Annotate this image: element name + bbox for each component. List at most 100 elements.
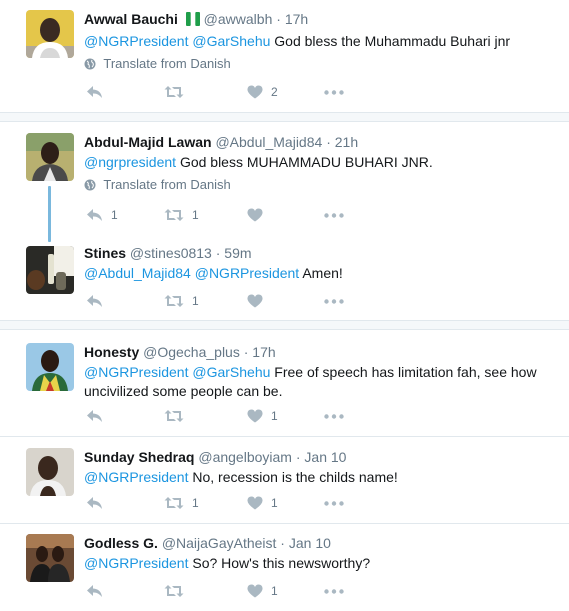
fullname[interactable]: Stines bbox=[84, 245, 126, 261]
retweet-icon bbox=[164, 209, 184, 221]
more-icon bbox=[324, 500, 344, 506]
timestamp[interactable]: Jan 10 bbox=[289, 535, 331, 551]
tweet-actions: 1 bbox=[0, 291, 569, 311]
mention[interactable]: @NGRPresident bbox=[84, 555, 188, 571]
reply-button[interactable] bbox=[86, 496, 111, 510]
heart-icon bbox=[247, 85, 263, 99]
globe-icon bbox=[84, 179, 96, 195]
mention[interactable]: @ngrpresident bbox=[84, 154, 176, 170]
reply-icon bbox=[87, 410, 102, 422]
retweet-count: 1 bbox=[192, 496, 199, 510]
tweet-actions: 2 bbox=[0, 82, 569, 102]
avatar-awwal-bauchi[interactable] bbox=[26, 10, 74, 58]
timestamp[interactable]: 21h bbox=[335, 134, 358, 150]
more-button[interactable] bbox=[324, 500, 344, 506]
retweet-icon bbox=[164, 497, 184, 509]
like-button[interactable] bbox=[247, 294, 271, 308]
globe-icon bbox=[84, 58, 96, 74]
mention[interactable]: @NGRPresident bbox=[195, 265, 299, 281]
reply-icon bbox=[87, 209, 102, 221]
mention[interactable]: @NGRPresident bbox=[84, 469, 188, 485]
fullname[interactable]: Abdul-Majid Lawan bbox=[84, 134, 212, 150]
handle[interactable]: @awwalbh bbox=[204, 11, 273, 27]
reply-button[interactable] bbox=[86, 409, 111, 423]
conversation-gap bbox=[0, 112, 569, 122]
tweet-3[interactable]: Stines @stines0813 · 59m @Abdul_Majid84 … bbox=[0, 244, 569, 308]
separator: · bbox=[295, 449, 301, 465]
tweet-body-line1: Free of speech has limitation fah, see h… bbox=[274, 364, 537, 380]
heart-icon bbox=[247, 496, 263, 510]
timestamp[interactable]: 17h bbox=[285, 11, 308, 27]
handle[interactable]: @NaijaGayAtheist bbox=[162, 535, 277, 551]
tweet-body-line2: uncivilized some people can be. bbox=[84, 383, 283, 399]
tweet-6[interactable]: Godless G. @NaijaGayAtheist · Jan 10 @NG… bbox=[0, 534, 569, 598]
separator: · bbox=[243, 344, 249, 360]
like-button[interactable] bbox=[247, 208, 271, 222]
tweet-header: Stines @stines0813 · 59m bbox=[84, 244, 557, 262]
handle[interactable]: @angelboyiam bbox=[198, 449, 292, 465]
retweet-button[interactable] bbox=[164, 584, 192, 598]
fullname[interactable]: Sunday Shedraq bbox=[84, 449, 194, 465]
more-button[interactable] bbox=[324, 89, 344, 95]
timestamp[interactable]: Jan 10 bbox=[304, 449, 346, 465]
reply-button[interactable]: 1 bbox=[86, 208, 118, 222]
more-button[interactable] bbox=[324, 588, 344, 594]
avatar-godless-g[interactable] bbox=[26, 534, 74, 582]
retweet-button[interactable] bbox=[164, 409, 192, 423]
more-button[interactable] bbox=[324, 413, 344, 419]
avatar-honesty[interactable] bbox=[26, 343, 74, 391]
handle[interactable]: @Abdul_Majid84 bbox=[215, 134, 322, 150]
tweet-text: @NGRPresident @GarShehu Free of speech h… bbox=[84, 363, 557, 401]
more-button[interactable] bbox=[324, 212, 344, 218]
tweet-4[interactable]: Honesty @Ogecha_plus · 17h @NGRPresident… bbox=[0, 343, 569, 423]
reply-button[interactable] bbox=[86, 294, 111, 308]
retweet-count: 1 bbox=[192, 208, 199, 222]
translate-link[interactable]: Translate from Danish bbox=[84, 177, 557, 195]
handle[interactable]: @Ogecha_plus bbox=[143, 344, 240, 360]
avatar-abdul-majid-lawan[interactable] bbox=[26, 133, 74, 181]
reply-icon bbox=[87, 295, 102, 307]
tweet-actions: 1 bbox=[0, 406, 569, 426]
fullname[interactable]: Honesty bbox=[84, 344, 139, 360]
mention[interactable]: @NGRPresident bbox=[84, 364, 188, 380]
tweet-5[interactable]: Sunday Shedraq @angelboyiam · Jan 10 @NG… bbox=[0, 448, 569, 510]
like-button[interactable]: 2 bbox=[247, 85, 278, 99]
mention[interactable]: @NGRPresident bbox=[84, 33, 188, 49]
mention[interactable]: @GarShehu bbox=[192, 364, 270, 380]
heart-icon bbox=[247, 208, 263, 222]
fullname[interactable]: Godless G. bbox=[84, 535, 158, 551]
avatar-sunday-shedraq[interactable] bbox=[26, 448, 74, 496]
reply-button[interactable] bbox=[86, 584, 111, 598]
avatar-stines[interactable] bbox=[26, 246, 74, 294]
conversation-gap bbox=[0, 320, 569, 330]
retweet-button[interactable]: 1 bbox=[164, 496, 199, 510]
mention[interactable]: @GarShehu bbox=[192, 33, 270, 49]
retweet-button[interactable]: 1 bbox=[164, 208, 199, 222]
translate-link[interactable]: Translate from Danish bbox=[84, 56, 557, 74]
retweet-button[interactable]: 1 bbox=[164, 294, 199, 308]
tweet-text: @NGRPresident So? How's this newsworthy? bbox=[84, 554, 557, 573]
reply-button[interactable] bbox=[86, 85, 111, 99]
more-button[interactable] bbox=[324, 298, 344, 304]
like-button[interactable]: 1 bbox=[247, 409, 278, 423]
more-icon bbox=[324, 89, 344, 95]
like-button[interactable]: 1 bbox=[247, 584, 278, 598]
tweet-header: Awwal Bauchi @awwalbh · 17h bbox=[84, 10, 557, 30]
tweet-actions: 1 1 bbox=[0, 205, 569, 225]
handle[interactable]: @stines0813 bbox=[130, 245, 212, 261]
tweet-body: Amen! bbox=[302, 265, 343, 281]
timestamp[interactable]: 59m bbox=[224, 245, 251, 261]
tweet-2[interactable]: Abdul-Majid Lawan @Abdul_Majid84 · 21h @… bbox=[0, 133, 569, 222]
separator: · bbox=[280, 535, 285, 551]
tweet-1[interactable]: Awwal Bauchi @awwalbh · 17h @NGRPresiden… bbox=[0, 10, 569, 99]
mention[interactable]: @Abdul_Majid84 bbox=[84, 265, 191, 281]
separator: · bbox=[276, 11, 281, 27]
fullname[interactable]: Awwal Bauchi bbox=[84, 11, 178, 27]
like-button[interactable]: 1 bbox=[247, 496, 278, 510]
retweet-icon bbox=[164, 585, 184, 597]
tweet-header: Honesty @Ogecha_plus · 17h bbox=[84, 343, 557, 361]
timestamp[interactable]: 17h bbox=[252, 344, 275, 360]
tweet-text: @ngrpresident God bless MUHAMMADU BUHARI… bbox=[84, 153, 557, 172]
like-count: 1 bbox=[271, 409, 278, 423]
retweet-button[interactable] bbox=[164, 85, 192, 99]
